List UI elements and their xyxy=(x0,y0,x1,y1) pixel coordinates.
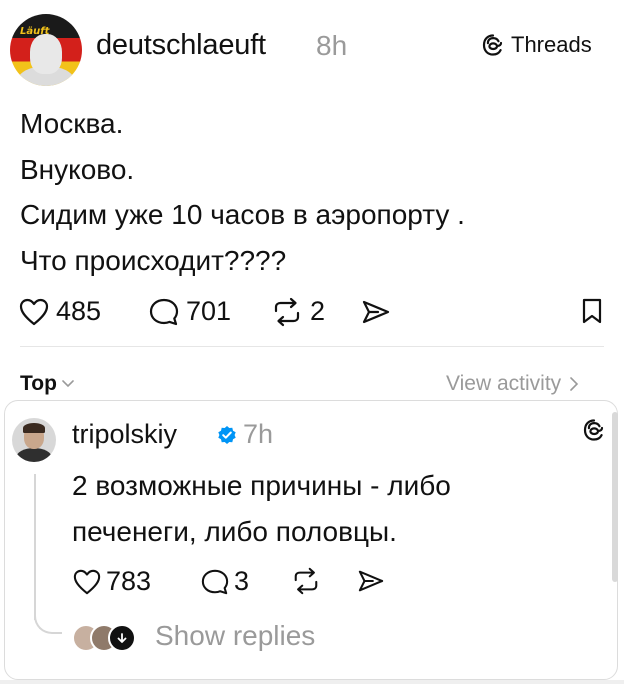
heart-icon xyxy=(73,569,101,594)
like-button[interactable]: 485 xyxy=(18,296,101,327)
post-timestamp: 8h xyxy=(316,30,348,61)
like-count: 485 xyxy=(56,296,102,326)
reply-share-button[interactable] xyxy=(356,568,386,599)
share-button[interactable] xyxy=(360,298,392,331)
repost-count: 2 xyxy=(310,296,326,326)
comment-bubble-icon xyxy=(201,569,229,594)
reply-avatar-body xyxy=(16,448,52,462)
comment-count: 701 xyxy=(186,296,232,326)
reply-avatar[interactable] xyxy=(12,418,56,462)
bookmark-icon xyxy=(582,298,602,324)
reply-text-line: 2 возможные причины - либо xyxy=(72,470,451,501)
send-icon xyxy=(358,570,384,592)
threads-logo-icon xyxy=(482,34,503,56)
avatar-logo-text: Läuft xyxy=(20,26,50,37)
thread-connector-line xyxy=(34,474,36,620)
view-activity-label: View activity xyxy=(446,372,562,395)
reply-repost-button[interactable] xyxy=(290,567,322,600)
reply-text-line: печенеги, либо половцы. xyxy=(72,516,397,547)
comment-button[interactable]: 701 xyxy=(148,296,231,327)
avatar[interactable]: Läuft xyxy=(10,14,82,86)
chevron-right-icon xyxy=(570,377,579,391)
reply-comment-button[interactable]: 3 xyxy=(200,566,249,597)
mini-avatar xyxy=(108,624,136,652)
comment-bubble-icon xyxy=(149,298,179,325)
post-text-line: Внуково. xyxy=(20,154,135,185)
repost-button[interactable]: 2 xyxy=(270,296,325,327)
verified-badge-icon xyxy=(218,426,236,444)
send-icon xyxy=(362,300,390,324)
threads-logo-icon xyxy=(583,419,604,441)
post-text-line: Москва. xyxy=(20,108,124,139)
threads-label: Threads xyxy=(511,32,592,57)
reply-timestamp: 7h xyxy=(243,419,274,449)
chevron-down-icon xyxy=(62,380,74,388)
post-text-line: Сидим уже 10 часов в аэропорту . xyxy=(20,199,465,230)
repost-icon xyxy=(294,567,318,595)
arrow-down-icon xyxy=(117,633,127,643)
scroll-indicator xyxy=(612,412,618,582)
reply-avatar-hair xyxy=(23,423,45,433)
reply-like-count: 783 xyxy=(106,566,152,596)
bookmark-button[interactable] xyxy=(580,296,604,331)
post-text-line: Что происходит???? xyxy=(20,245,287,276)
avatar-face xyxy=(30,34,62,74)
post-username[interactable]: deutschlaeuft xyxy=(96,29,266,62)
bottom-border xyxy=(0,680,624,684)
heart-icon xyxy=(19,298,49,325)
view-activity-link[interactable]: View activity xyxy=(446,372,579,396)
verified-badge xyxy=(217,425,237,450)
sort-label: Top xyxy=(20,372,57,395)
sort-dropdown[interactable]: Top xyxy=(20,372,75,396)
reply-username[interactable]: tripolskiy xyxy=(72,419,177,450)
reply-avatars-stack[interactable] xyxy=(72,624,142,652)
threads-app-badge[interactable] xyxy=(582,418,606,447)
divider xyxy=(20,346,604,347)
reply-like-button[interactable]: 783 xyxy=(72,566,151,597)
show-replies-link[interactable]: Show replies xyxy=(155,620,315,652)
reply-comment-count: 3 xyxy=(234,566,250,596)
repost-icon xyxy=(274,297,300,326)
threads-app-badge[interactable]: Threads xyxy=(481,32,592,58)
